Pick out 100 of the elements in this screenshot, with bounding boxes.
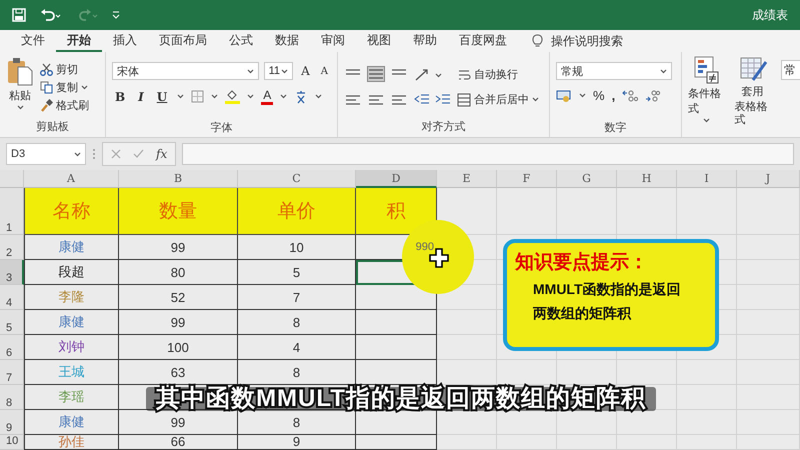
quantity-cell: 52 [119, 285, 238, 310]
caret-icon[interactable] [532, 97, 539, 102]
group-label: 字体 [210, 120, 234, 136]
empty-cell [737, 360, 800, 385]
shrink-font-button[interactable]: A [318, 66, 331, 76]
format-painter-button[interactable]: 格式刷 [40, 98, 89, 112]
bold-button[interactable]: B [112, 90, 128, 104]
insert-function-button[interactable]: fx [156, 147, 168, 161]
paste-button[interactable]: 粘贴 [9, 88, 31, 103]
caret-icon[interactable] [177, 94, 184, 99]
ribbon-tab[interactable]: 审阅 [310, 30, 356, 52]
undo-icon[interactable] [40, 8, 62, 22]
increase-decimal-icon[interactable] [622, 88, 638, 102]
paste-icon[interactable] [6, 56, 34, 86]
caret-icon[interactable] [16, 105, 24, 110]
conditional-formatting-button[interactable]: 条件格式 [688, 56, 724, 136]
row-header[interactable]: 5 [0, 310, 24, 335]
italic-button[interactable]: I [135, 90, 147, 104]
quantity-cell: 100 [119, 335, 238, 360]
empty-cell [617, 410, 677, 435]
caret-icon[interactable] [281, 68, 288, 74]
column-header[interactable]: G [557, 170, 617, 188]
column-header[interactable]: E [437, 170, 497, 188]
caret-icon[interactable] [435, 72, 442, 78]
ribbon-tab[interactable]: 数据 [264, 30, 310, 52]
empty-cell [677, 435, 737, 450]
caret-icon[interactable] [246, 68, 254, 74]
save-icon[interactable] [12, 8, 26, 22]
empty-cell [497, 360, 557, 385]
column-header[interactable]: J [737, 170, 800, 188]
percent-button[interactable]: % [593, 88, 605, 103]
cell-style-preview[interactable]: 常 [780, 60, 800, 80]
caret-icon[interactable] [579, 93, 586, 98]
fill-color-icon[interactable] [225, 89, 240, 104]
caret-icon[interactable] [74, 152, 81, 156]
empty-cell [677, 385, 737, 410]
tell-me-search[interactable]: 操作说明搜索 [551, 32, 623, 50]
increase-indent-icon[interactable] [435, 92, 451, 106]
ribbon-tab[interactable]: 页面布局 [148, 30, 218, 52]
formula-input[interactable] [182, 143, 794, 165]
row-header[interactable]: 6 [0, 335, 24, 360]
quantity-cell: 99 [119, 310, 238, 335]
font-name-field[interactable]: 宋体 [112, 62, 259, 80]
caret-icon[interactable] [660, 68, 667, 74]
row-header[interactable]: 8 [0, 385, 24, 410]
ribbon-tab[interactable]: 视图 [356, 30, 402, 52]
row-header[interactable]: 7 [0, 360, 24, 385]
row-header[interactable]: 10 [0, 435, 24, 450]
ribbon-tab[interactable]: 公式 [218, 30, 264, 52]
middle-align-icon[interactable] [367, 66, 385, 82]
column-header[interactable]: H [617, 170, 677, 188]
row-header[interactable]: 4 [0, 285, 24, 310]
underline-button[interactable]: U [154, 90, 170, 104]
number-format-field[interactable]: 常规 [556, 62, 672, 80]
merge-center-button[interactable]: 合并后居中 [457, 92, 539, 107]
column-header[interactable]: B [119, 170, 238, 188]
ribbon-tab[interactable]: 帮助 [402, 30, 448, 52]
header-cell: 数量 [119, 188, 238, 235]
ribbon-tab[interactable]: 插入 [102, 30, 148, 52]
decrease-indent-icon[interactable] [414, 92, 430, 106]
customize-toolbar-icon[interactable] [112, 10, 120, 20]
check-icon[interactable] [133, 149, 144, 159]
column-header[interactable]: C [238, 170, 356, 188]
name-box[interactable]: D3 [6, 143, 86, 165]
ribbon-tab[interactable]: 百度网盘 [448, 30, 518, 52]
borders-icon[interactable] [191, 90, 204, 103]
grow-font-button[interactable]: A [298, 64, 313, 78]
column-header[interactable]: I [677, 170, 737, 188]
lightbulb-icon[interactable] [532, 34, 543, 48]
decrease-decimal-icon[interactable] [645, 88, 662, 102]
row-header[interactable]: 2 [0, 235, 24, 260]
row-header[interactable]: 3 [0, 260, 24, 285]
empty-cell [677, 188, 737, 235]
row-header[interactable]: 1 [0, 188, 24, 235]
empty-cell [737, 335, 800, 360]
font-color-button[interactable]: A [261, 88, 274, 105]
caret-icon[interactable] [702, 118, 710, 123]
column-header[interactable]: A [24, 170, 119, 188]
format-as-table-button[interactable]: 套用 表格格式 [734, 56, 771, 136]
quantity-cell: 66 [119, 435, 238, 450]
caret-icon[interactable] [280, 94, 288, 99]
wrap-text-button[interactable]: 自动换行 [457, 67, 539, 82]
empty-cell [437, 360, 497, 385]
cut-button[interactable]: 剪切 [40, 62, 89, 76]
copy-button[interactable]: 复制 [40, 80, 89, 94]
group-label: 剪贴板 [35, 120, 70, 135]
caret-icon[interactable] [247, 94, 254, 99]
comma-button[interactable]: , [612, 88, 616, 103]
ribbon-tab[interactable]: 文件 [10, 30, 56, 52]
callout-text: MMULT函数指的是返回 [533, 281, 682, 299]
caret-icon[interactable] [211, 94, 218, 99]
caret-icon[interactable] [81, 84, 88, 90]
orientation-icon[interactable] [414, 68, 430, 82]
conditional-formatting-icon [692, 56, 720, 84]
font-size-field[interactable]: 11 [264, 62, 294, 80]
caret-icon[interactable] [315, 94, 322, 99]
empty-cell [437, 435, 497, 450]
row-header[interactable]: 9 [0, 410, 24, 435]
column-header[interactable]: D [356, 170, 437, 188]
column-header[interactable]: F [497, 170, 557, 188]
